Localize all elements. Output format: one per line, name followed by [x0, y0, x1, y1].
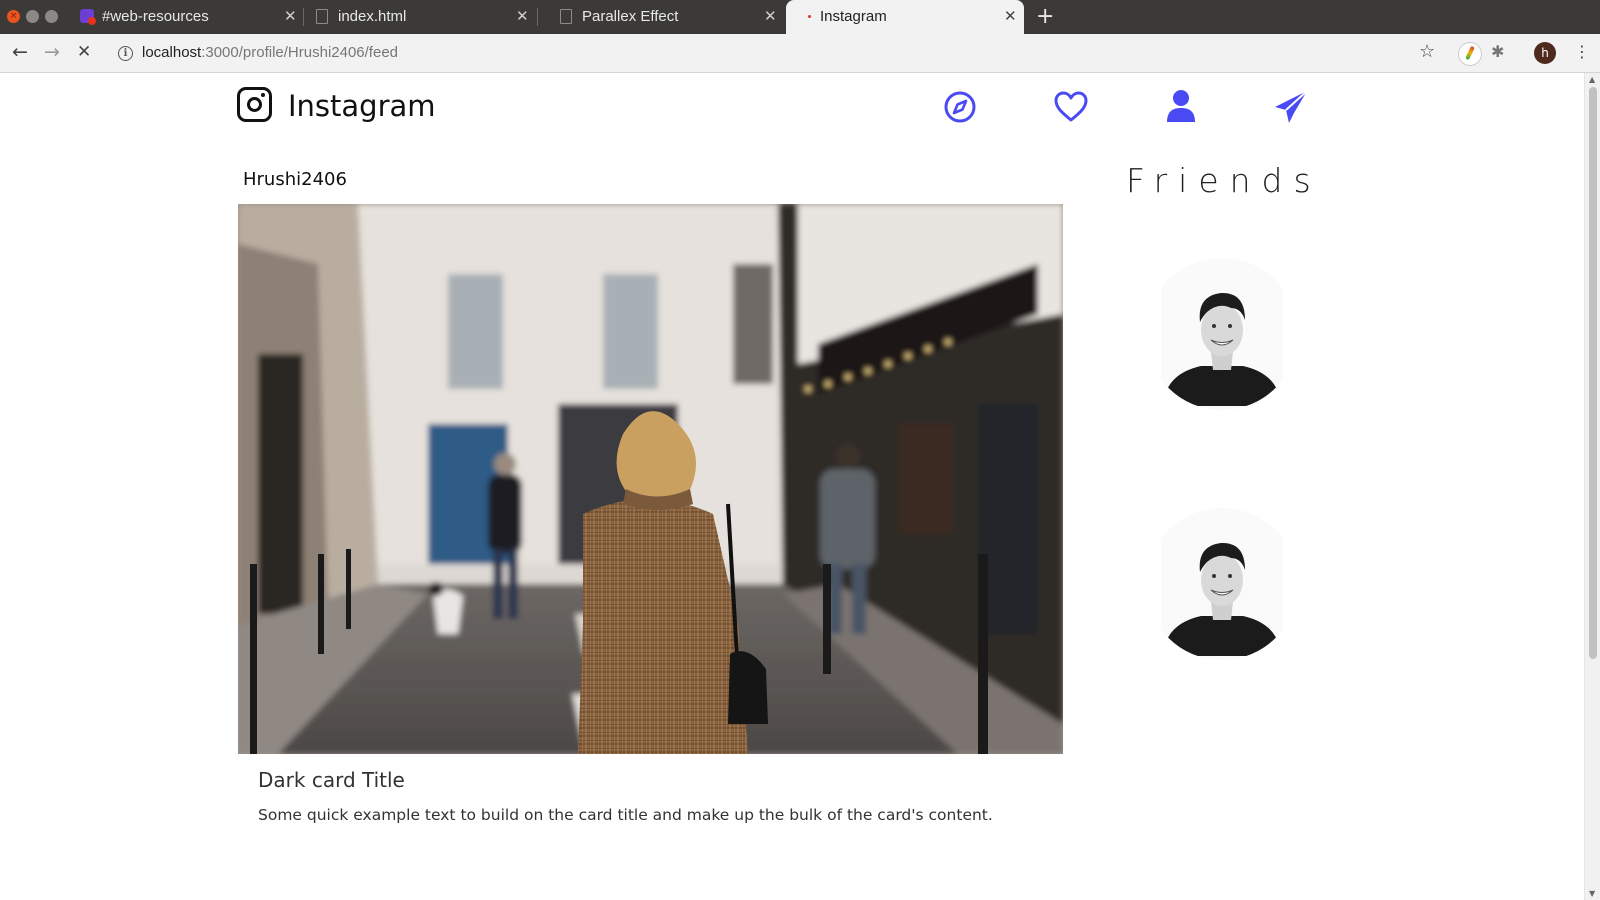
user-icon[interactable] [1161, 87, 1201, 127]
document-favicon-icon [316, 9, 328, 24]
loading-favicon-icon [808, 15, 811, 18]
site-info-icon[interactable]: i [118, 45, 133, 61]
window-close-button[interactable]: × [7, 10, 20, 23]
url-host: localhost [142, 44, 202, 61]
page-content: Instagram Hrushi2406 Dark card Title Som… [0, 73, 1584, 900]
tab-close-icon[interactable]: ✕ [764, 7, 777, 25]
scroll-up-icon[interactable]: ▲ [1589, 75, 1595, 84]
post-photo[interactable] [238, 204, 1063, 754]
window-maximize-button[interactable] [45, 10, 58, 23]
tab-close-icon[interactable]: ✕ [284, 7, 297, 25]
document-favicon-icon [560, 9, 572, 24]
profile-avatar[interactable]: h [1534, 42, 1556, 64]
card-title: Dark card Title [258, 768, 405, 792]
menu-kebab-icon[interactable]: ⋮ [1574, 42, 1590, 62]
url-path: :3000/profile/Hrushi2406/feed [201, 44, 399, 61]
stop-loading-icon[interactable]: ✕ [77, 42, 91, 62]
card-text: Some quick example text to build on the … [258, 806, 993, 824]
browser-toolbar: ← → ✕ i localhost:3000/profile/Hrushi2406… [0, 34, 1600, 73]
tab-close-icon[interactable]: ✕ [516, 7, 529, 25]
window-minimize-button[interactable] [26, 10, 39, 23]
address-bar[interactable]: i localhost:3000/profile/Hrushi2406/feed [118, 41, 1418, 65]
tab-web-resources[interactable]: #web-resources ✕ [68, 0, 304, 34]
explore-icon[interactable] [940, 87, 980, 127]
page-scrollbar[interactable]: ▲ ▼ [1584, 73, 1600, 900]
browser-tab-bar: × #web-resources ✕ index.html ✕ Parallex… [0, 0, 1600, 34]
bookmark-star-icon[interactable]: ☆ [1419, 42, 1435, 62]
tab-label: Parallex Effect [582, 8, 679, 25]
forward-arrow-icon[interactable]: → [44, 42, 60, 62]
tab-label: Instagram [820, 8, 887, 25]
scroll-thumb[interactable] [1589, 87, 1597, 659]
brand-name[interactable]: Instagram [288, 89, 436, 123]
post-username[interactable]: Hrushi2406 [243, 169, 347, 190]
tab-label: index.html [338, 8, 407, 25]
tab-label: #web-resources [102, 8, 209, 25]
new-tab-button[interactable]: + [1036, 4, 1054, 29]
scroll-down-icon[interactable]: ▼ [1589, 889, 1595, 898]
back-arrow-icon[interactable]: ← [12, 42, 28, 62]
send-icon[interactable] [1271, 87, 1311, 127]
bug-extension-icon[interactable]: ✱ [1491, 42, 1504, 62]
tab-instagram[interactable]: Instagram ✕ [786, 0, 1024, 34]
friends-heading: Friends [1126, 161, 1322, 200]
friend-avatar[interactable] [1161, 256, 1283, 412]
heart-icon[interactable] [1051, 87, 1091, 127]
slack-favicon-icon [80, 9, 96, 25]
friend-avatar[interactable] [1161, 506, 1283, 662]
instagram-logo-icon[interactable] [237, 87, 272, 122]
tab-parallex-effect[interactable]: Parallex Effect ✕ [548, 0, 784, 34]
tab-index-html[interactable]: index.html ✕ [304, 0, 538, 34]
tab-close-icon[interactable]: ✕ [1004, 7, 1017, 25]
color-picker-extension-icon[interactable] [1458, 42, 1482, 66]
